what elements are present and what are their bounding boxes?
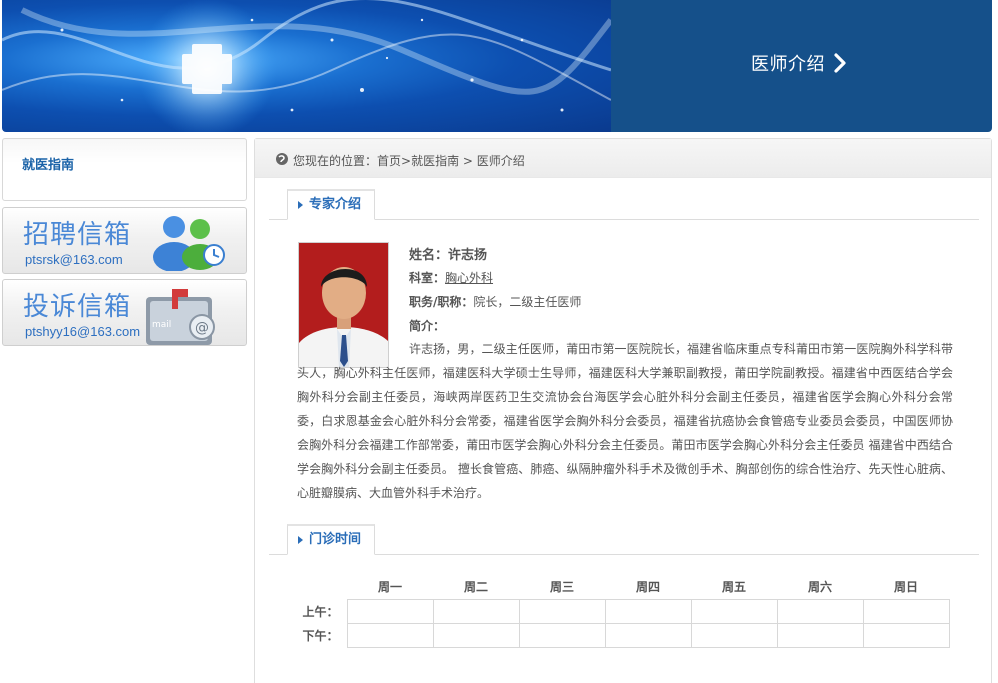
schedule-day-header: 周日	[893, 580, 918, 595]
page-title: 医师介绍	[751, 54, 825, 75]
dept-label: 科室：	[409, 271, 446, 285]
recruit-mailbox-title: 招聘信箱	[23, 220, 132, 250]
tab-hours-label: 门诊时间	[309, 532, 362, 547]
chevron-right-icon	[834, 53, 846, 73]
schedule-day-header: 周五	[721, 580, 746, 595]
svg-text:@: @	[195, 320, 209, 336]
schedule-cell	[776, 598, 864, 624]
breadcrumb: 您现在的位置：首页>就医指南 > 医师介绍	[255, 139, 991, 178]
sidebar-item-guide[interactable]: 就医指南	[22, 154, 74, 173]
schedule-cell	[346, 622, 434, 648]
banner-image	[2, 0, 611, 132]
doctor-title: 院长，二级主任医师	[473, 295, 582, 309]
schedule-header-row: 周一 周二 周三 周四 周五 周六 周日	[297, 575, 949, 599]
svg-text:mail: mail	[152, 320, 171, 330]
users-icon	[153, 216, 225, 271]
schedule-cell	[604, 598, 692, 624]
clinic-schedule-table: 周一 周二 周三 周四 周五 周六 周日 上午： 下午：	[297, 575, 950, 648]
banner-title-panel: 医师介绍	[611, 0, 992, 132]
complaint-mailbox-email[interactable]: ptshyy16@163.com	[25, 324, 140, 339]
tab-expert-label: 专家介绍	[309, 197, 362, 212]
dept-link[interactable]: 胸心外科	[445, 271, 493, 285]
title-label: 职务/职称：	[409, 295, 474, 309]
section-divider	[269, 554, 979, 555]
schedule-row-afternoon: 下午：	[297, 622, 950, 648]
breadcrumb-prefix: 您现在的位置：	[293, 154, 378, 168]
schedule-row-label: 下午：	[302, 628, 339, 643]
schedule-day-header: 周二	[463, 580, 488, 595]
schedule-day-header: 周四	[635, 580, 660, 595]
doctor-name: 许志扬	[448, 248, 488, 263]
tab-expert-intro[interactable]: 专家介绍	[287, 189, 375, 220]
complaint-mailbox-banner[interactable]: 投诉信箱 ptshyy16@163.com mail @	[2, 279, 247, 346]
arrow-right-icon	[298, 201, 303, 209]
schedule-cell	[346, 598, 434, 624]
schedule-cell	[862, 598, 950, 624]
schedule-cell	[690, 598, 778, 624]
breadcrumb-section[interactable]: 就医指南	[411, 154, 459, 168]
breadcrumb-separator: >	[401, 154, 412, 168]
sidebar-guide-panel: 就医指南	[2, 138, 247, 201]
schedule-row-label: 上午：	[302, 604, 339, 619]
schedule-cell	[518, 598, 606, 624]
schedule-cell	[862, 622, 950, 648]
breadcrumb-separator: >	[459, 154, 477, 168]
section-divider	[269, 219, 979, 220]
schedule-corner	[297, 575, 347, 599]
schedule-day-header: 周六	[807, 580, 832, 595]
tab-clinic-hours[interactable]: 门诊时间	[287, 524, 375, 555]
schedule-cell	[604, 622, 692, 648]
name-label: 姓名：	[409, 248, 449, 263]
intro-label: 简介：	[409, 319, 446, 333]
complaint-mailbox-title: 投诉信箱	[23, 292, 132, 322]
schedule-day-header: 周一	[377, 580, 402, 595]
location-icon	[276, 153, 288, 165]
schedule-cell	[776, 622, 864, 648]
arrow-right-icon	[298, 536, 303, 544]
breadcrumb-home[interactable]: 首页	[377, 154, 401, 168]
schedule-cell	[518, 622, 606, 648]
schedule-cell	[690, 622, 778, 648]
schedule-cell	[432, 622, 520, 648]
schedule-row-morning: 上午：	[297, 598, 950, 624]
recruit-mailbox-email[interactable]: ptsrsk@163.com	[25, 252, 123, 267]
recruit-mailbox-banner[interactable]: 招聘信箱 ptsrsk@163.com	[2, 207, 247, 274]
header-banner: 医师介绍	[2, 0, 992, 132]
schedule-day-header: 周三	[549, 580, 574, 595]
doctor-bio: 许志扬，男，二级主任医师，莆田市第一医院院长，福建省临床重点专科莆田市第一医院胸…	[297, 342, 953, 500]
breadcrumb-current: 医师介绍	[476, 154, 525, 168]
mailbox-icon: mail @	[146, 289, 215, 345]
schedule-cell	[432, 598, 520, 624]
main-panel: 您现在的位置：首页>就医指南 > 医师介绍 专家介绍 姓名：许志扬 科室：胸心外…	[254, 138, 992, 683]
